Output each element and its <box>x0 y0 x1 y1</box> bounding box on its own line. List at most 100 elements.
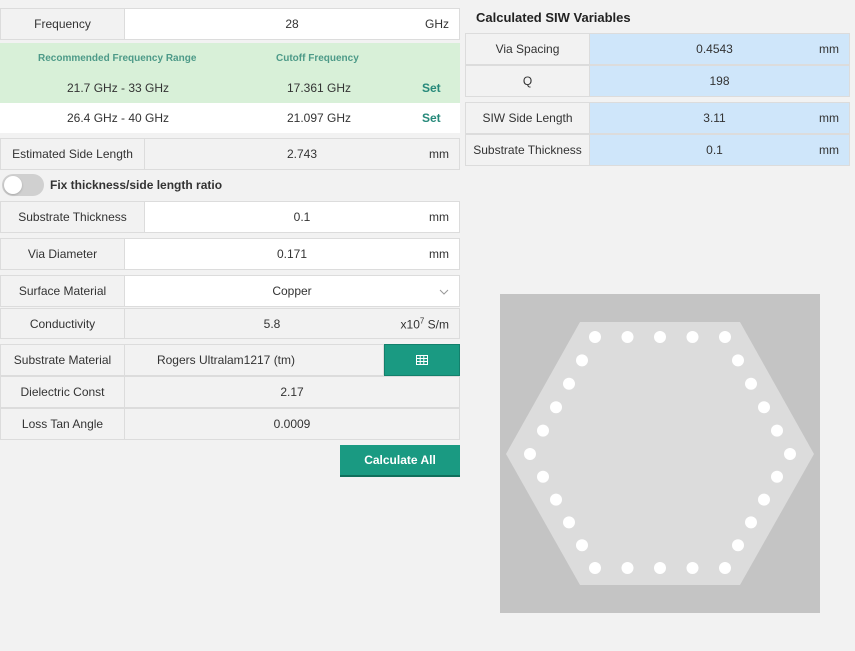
via-hole <box>745 516 757 529</box>
via-hole <box>563 377 575 390</box>
frequency-table-header: Recommended Frequency Range Cutoff Frequ… <box>0 43 460 73</box>
hexagon-shape <box>506 322 814 585</box>
fix-ratio-label: Fix thickness/side length ratio <box>50 178 223 192</box>
via-hole <box>758 493 770 506</box>
dielectric-const-value: 2.17 <box>280 385 304 399</box>
via-hole <box>589 331 601 343</box>
conductivity-value-cell: 5.8 x107 S/m <box>125 309 459 338</box>
loss-tan-label: Loss Tan Angle <box>1 409 125 439</box>
siw-side-length-unit: mm <box>819 111 839 125</box>
frequency-value: 28 <box>285 17 299 31</box>
result-substrate-thickness-unit: mm <box>819 143 839 157</box>
fix-ratio-toggle[interactable] <box>2 174 44 196</box>
surface-material-select[interactable]: Copper <box>125 276 459 306</box>
chevron-down-icon <box>439 284 449 298</box>
via-hole <box>732 354 744 367</box>
table-row: 21.7 GHz - 33 GHz 17.361 GHz Set <box>0 73 460 103</box>
loss-tan-value: 0.0009 <box>273 417 311 431</box>
via-hole <box>654 562 666 574</box>
substrate-material-value: Rogers Ultralam1217 (tm) <box>156 353 296 367</box>
table-row: 26.4 GHz - 40 GHz 21.097 GHz Set <box>0 103 460 133</box>
conductivity-row: Conductivity 5.8 x107 S/m <box>0 308 460 339</box>
result-substrate-thickness-row: Substrate Thickness 0.1 mm <box>465 134 850 166</box>
result-substrate-thickness-value: 0.1 <box>706 143 723 157</box>
siw-hexagon-diagram <box>506 322 814 585</box>
via-hole <box>771 470 783 483</box>
result-substrate-thickness-label: Substrate Thickness <box>466 135 590 165</box>
dielectric-const-row: Dielectric Const 2.17 <box>0 376 460 408</box>
via-spacing-label: Via Spacing <box>466 34 590 64</box>
via-hole <box>732 539 744 552</box>
via-spacing-row: Via Spacing 0.4543 mm <box>465 33 850 65</box>
via-hole <box>576 354 588 367</box>
set-button[interactable]: Set <box>422 81 441 95</box>
substrate-thickness-value: 0.1 <box>293 210 311 224</box>
via-hole <box>563 516 575 529</box>
via-hole <box>537 424 549 437</box>
estimated-side-length-value: 2.743 <box>286 147 318 161</box>
table-icon <box>416 355 428 365</box>
via-diameter-input[interactable]: 0.171 mm <box>125 239 459 269</box>
material-table-button[interactable] <box>384 344 460 376</box>
estimated-side-length-row: Estimated Side Length 2.743 mm <box>0 138 460 170</box>
siw-side-length-value-cell: 3.11 mm <box>590 103 849 133</box>
estimated-side-length-value-cell: 2.743 mm <box>145 139 459 169</box>
q-value-cell: 198 <box>590 66 849 96</box>
via-hole <box>537 470 549 483</box>
via-hole <box>719 562 731 574</box>
conductivity-value: 5.8 <box>263 316 281 331</box>
via-hole <box>550 493 562 506</box>
via-spacing-value: 0.4543 <box>696 42 733 56</box>
dielectric-const-label: Dielectric Const <box>1 377 125 407</box>
estimated-side-length-unit: mm <box>429 147 449 161</box>
via-hole <box>621 562 634 574</box>
substrate-thickness-label: Substrate Thickness <box>1 202 145 232</box>
substrate-material-value-cell: Rogers Ultralam1217 (tm) <box>125 345 383 375</box>
q-label: Q <box>466 66 590 96</box>
loss-tan-row: Loss Tan Angle 0.0009 <box>0 408 460 440</box>
q-row: Q 198 <box>465 65 850 97</box>
via-hole <box>524 448 536 460</box>
substrate-material-label: Substrate Material <box>1 345 125 375</box>
via-diameter-value: 0.171 <box>276 247 308 261</box>
results-title: Calculated SIW Variables <box>476 10 631 25</box>
result-substrate-thickness-value-cell: 0.1 mm <box>590 135 849 165</box>
via-hole <box>784 448 796 460</box>
siw-preview <box>500 294 820 613</box>
via-hole <box>654 331 666 343</box>
via-hole <box>686 562 699 574</box>
surface-material-row: Surface Material Copper <box>0 275 460 307</box>
via-diameter-unit: mm <box>429 247 449 261</box>
calculate-all-button[interactable]: Calculate All <box>340 445 460 477</box>
via-hole <box>589 562 601 574</box>
loss-tan-value-cell: 0.0009 <box>125 409 459 439</box>
substrate-thickness-input[interactable]: 0.1 mm <box>145 202 459 232</box>
dielectric-const-value-cell: 2.17 <box>125 377 459 407</box>
set-button[interactable]: Set <box>422 111 441 125</box>
estimated-side-length-label: Estimated Side Length <box>1 139 145 169</box>
recommended-range-header: Recommended Frequency Range <box>38 52 197 64</box>
via-diameter-label: Via Diameter <box>1 239 125 269</box>
surface-material-label: Surface Material <box>1 276 125 306</box>
substrate-thickness-unit: mm <box>429 210 449 224</box>
surface-material-value: Copper <box>272 284 312 298</box>
via-hole <box>686 331 699 343</box>
via-hole <box>550 401 562 414</box>
toggle-knob <box>4 176 22 194</box>
frequency-recommendation-table: Recommended Frequency Range Cutoff Frequ… <box>0 43 460 133</box>
cutoff-frequency: 17.361 GHz <box>287 81 352 95</box>
via-hole <box>621 331 634 343</box>
siw-side-length-value: 3.11 <box>703 111 726 125</box>
via-hole <box>745 377 757 390</box>
via-hole <box>771 424 783 437</box>
substrate-thickness-row: Substrate Thickness 0.1 mm <box>0 201 460 233</box>
frequency-label: Frequency <box>1 9 125 39</box>
via-hole <box>576 539 588 552</box>
frequency-range: 26.4 GHz - 40 GHz <box>67 111 170 125</box>
frequency-unit: GHz <box>425 17 449 31</box>
frequency-input[interactable]: 28 GHz <box>125 9 459 39</box>
via-diameter-row: Via Diameter 0.171 mm <box>0 238 460 270</box>
via-spacing-unit: mm <box>819 42 839 56</box>
via-hole <box>758 401 770 414</box>
via-hole <box>719 331 731 343</box>
